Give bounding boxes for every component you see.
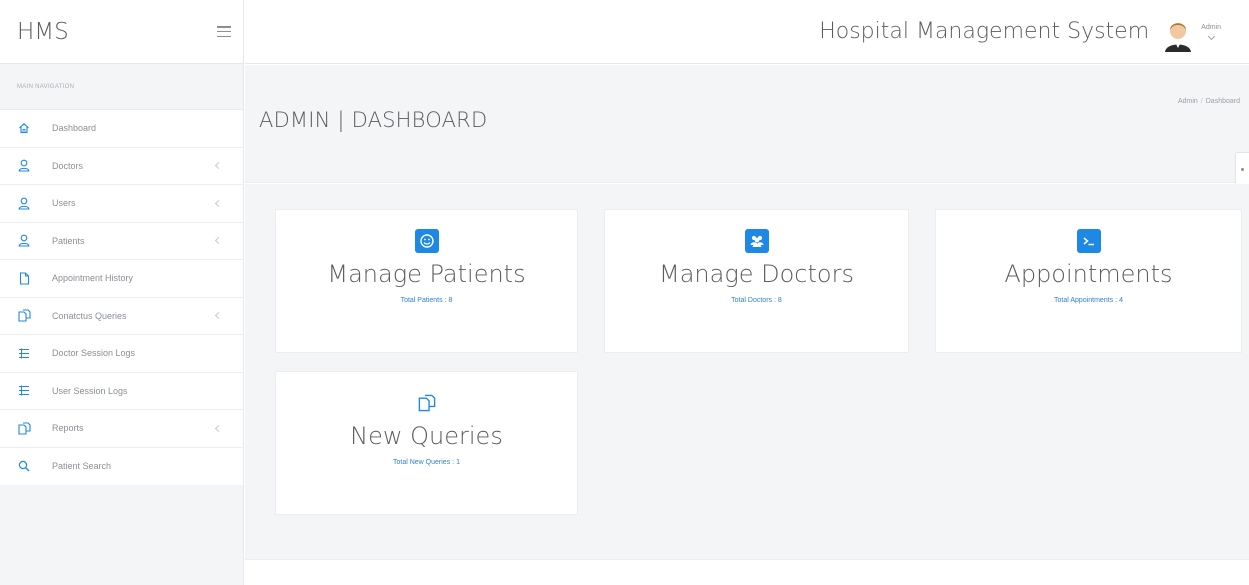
sidebar-item-label: Users (52, 198, 76, 209)
sidebar-item-patient-search[interactable]: Patient Search (0, 448, 243, 486)
chevron-down-icon (1207, 32, 1215, 41)
sidebar-item-label: Reports (52, 423, 84, 434)
chevron-left-icon (214, 237, 223, 245)
app-title: Hospital Management System (819, 19, 1150, 44)
files-icon (17, 421, 31, 435)
chevron-left-icon (214, 424, 223, 432)
user-icon (17, 196, 31, 210)
card-link-label: Total Appointments : (1054, 297, 1118, 304)
card-count: 8 (777, 297, 782, 304)
main-content: ADMIN | DASHBOARD Admin / Dashboard Manage… (245, 65, 1249, 585)
home-icon (17, 121, 31, 135)
sidebar-item-label: Conatctus Queries (52, 310, 127, 321)
sidebar-item-user-session-logs[interactable]: User Session Logs (0, 373, 243, 410)
page-header: ADMIN | DASHBOARD Admin / Dashboard (245, 65, 1249, 183)
card-count: 1 (456, 459, 460, 466)
card-title: New Queries (350, 422, 503, 450)
card-title: Manage Patients (327, 260, 526, 288)
chevron-left-icon (214, 312, 223, 320)
total-new-queries-link[interactable]: Total New Queries :1 (393, 459, 460, 466)
card-new-queries[interactable]: New Queries Total New Queries :1 (275, 371, 578, 515)
nav-header: MAIN NAVIGATION (17, 84, 75, 90)
dot-icon (1241, 167, 1244, 171)
sidebar-item-label: Patient Search (52, 461, 112, 472)
sidebar-item-label: Patients (52, 235, 85, 246)
search-icon (17, 459, 31, 473)
card-appointments[interactable]: Appointments Total Appointments :4 (935, 209, 1242, 353)
brand-bar: HMS (0, 0, 243, 64)
page-title: ADMIN | DASHBOARD (259, 108, 488, 132)
sidebar-item-label: User Session Logs (52, 385, 128, 396)
sidebar-item-reports[interactable]: Reports (0, 410, 243, 448)
card-count: 4 (1119, 297, 1123, 304)
sidebar-item-patients[interactable]: Patients (0, 223, 243, 260)
terminal-icon (1076, 229, 1101, 253)
user-name: Admin (1201, 24, 1221, 31)
breadcrumb-current: Dashboard (1205, 98, 1240, 105)
card-count: 8 (448, 297, 453, 304)
card-title: Manage Doctors (659, 260, 854, 288)
sidebar-item-contactus-queries[interactable]: Conatctus Queries (0, 298, 243, 335)
users-icon (744, 229, 769, 253)
card-title: Appointments (1004, 260, 1173, 288)
top-header: Hospital Management System Admin (245, 0, 1249, 64)
sidebar-item-label: Doctors (52, 160, 84, 171)
total-appointments-link[interactable]: Total Appointments :4 (1054, 297, 1123, 304)
avatar[interactable] (1163, 12, 1193, 52)
card-manage-patients[interactable]: Manage Patients Total Patients :8 (275, 209, 578, 353)
user-menu[interactable]: Admin (1201, 24, 1221, 41)
file-icon (17, 271, 31, 285)
settings-panel-toggle[interactable] (1235, 152, 1249, 186)
menu-toggle-icon[interactable] (217, 26, 231, 37)
breadcrumb-separator: / (1200, 98, 1203, 105)
files-icon (415, 391, 439, 415)
sidebar-item-doctors[interactable]: Doctors (0, 148, 243, 185)
sidebar: HMS MAIN NAVIGATION Dashboard Doctors Us… (0, 0, 244, 585)
sidebar-item-dashboard[interactable]: Dashboard (0, 110, 243, 148)
chevron-left-icon (214, 199, 223, 207)
dashboard-cards: Manage Patients Total Patients :8 Manage… (245, 184, 1249, 560)
breadcrumb: Admin / Dashboard (1178, 98, 1240, 105)
smile-icon (414, 229, 439, 253)
sidebar-item-appointment-history[interactable]: Appointment History (0, 260, 243, 298)
card-link-label: Total New Queries : (393, 459, 455, 466)
list-icon (17, 384, 31, 398)
total-doctors-link[interactable]: Total Doctors :8 (731, 297, 782, 304)
brand-logo[interactable]: HMS (17, 19, 69, 45)
sidebar-item-label: Dashboard (52, 123, 97, 134)
user-icon (17, 159, 31, 173)
sidebar-nav: Dashboard Doctors Users Patients Appoint… (0, 109, 243, 485)
sidebar-item-label: Doctor Session Logs (52, 348, 136, 359)
list-icon (17, 346, 31, 360)
sidebar-item-label: Appointment History (52, 273, 134, 284)
card-link-label: Total Doctors : (731, 297, 776, 304)
card-manage-doctors[interactable]: Manage Doctors Total Doctors :8 (604, 209, 909, 353)
files-icon (17, 309, 31, 323)
user-icon (17, 234, 31, 248)
chevron-left-icon (214, 162, 223, 170)
sidebar-item-doctor-session-logs[interactable]: Doctor Session Logs (0, 335, 243, 373)
breadcrumb-parent[interactable]: Admin (1178, 98, 1198, 105)
card-link-label: Total Patients : (400, 297, 447, 304)
total-patients-link[interactable]: Total Patients :8 (401, 297, 453, 304)
sidebar-item-users[interactable]: Users (0, 185, 243, 223)
